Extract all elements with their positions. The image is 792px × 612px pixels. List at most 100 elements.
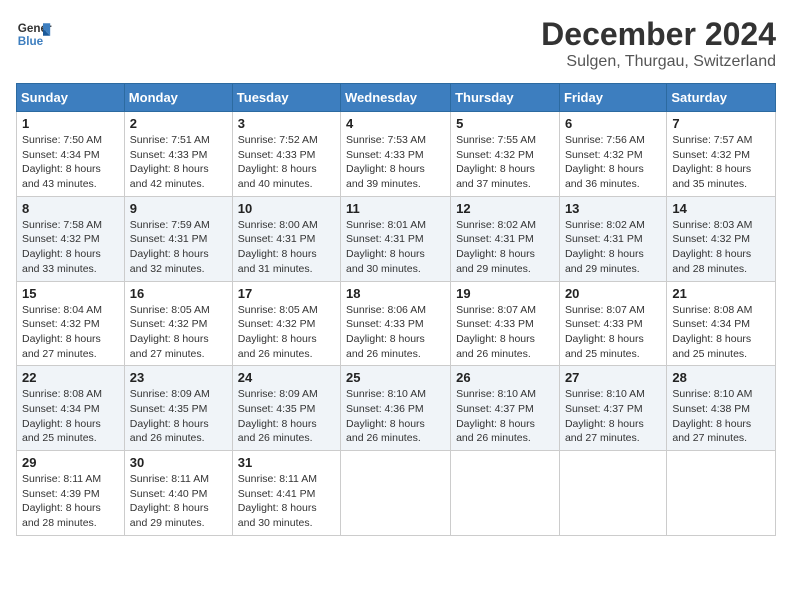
sunset-text: Sunset: 4:31 PM: [565, 233, 643, 245]
sunrise-text: Sunrise: 8:10 AM: [672, 388, 752, 400]
day-info: Sunrise: 8:10 AM Sunset: 4:37 PM Dayligh…: [565, 387, 661, 446]
calendar-day-cell: 19 Sunrise: 8:07 AM Sunset: 4:33 PM Dayl…: [451, 281, 560, 366]
calendar-week-row: 1 Sunrise: 7:50 AM Sunset: 4:34 PM Dayli…: [17, 112, 776, 197]
day-number: 13: [565, 201, 661, 216]
sunset-text: Sunset: 4:34 PM: [672, 318, 750, 330]
daylight-text: Daylight: 8 hours and 39 minutes.: [346, 163, 425, 190]
day-number: 29: [22, 455, 119, 470]
sunrise-text: Sunrise: 8:02 AM: [565, 219, 645, 231]
day-number: 15: [22, 286, 119, 301]
day-number: 12: [456, 201, 554, 216]
day-info: Sunrise: 7:57 AM Sunset: 4:32 PM Dayligh…: [672, 133, 770, 192]
sunrise-text: Sunrise: 8:11 AM: [130, 473, 209, 485]
daylight-text: Daylight: 8 hours and 26 minutes.: [346, 333, 425, 360]
sunset-text: Sunset: 4:35 PM: [238, 403, 316, 415]
sunrise-text: Sunrise: 7:57 AM: [672, 134, 752, 146]
day-info: Sunrise: 7:55 AM Sunset: 4:32 PM Dayligh…: [456, 133, 554, 192]
daylight-text: Daylight: 8 hours and 40 minutes.: [238, 163, 317, 190]
sunset-text: Sunset: 4:31 PM: [346, 233, 424, 245]
svg-text:Blue: Blue: [18, 35, 44, 48]
calendar-day-cell: 29 Sunrise: 8:11 AM Sunset: 4:39 PM Dayl…: [17, 451, 125, 536]
calendar-body: 1 Sunrise: 7:50 AM Sunset: 4:34 PM Dayli…: [17, 112, 776, 536]
daylight-text: Daylight: 8 hours and 25 minutes.: [22, 418, 101, 445]
logo-icon: General Blue: [16, 16, 52, 52]
calendar-week-row: 15 Sunrise: 8:04 AM Sunset: 4:32 PM Dayl…: [17, 281, 776, 366]
sunset-text: Sunset: 4:31 PM: [238, 233, 316, 245]
sunset-text: Sunset: 4:33 PM: [238, 149, 316, 161]
day-number: 10: [238, 201, 335, 216]
day-info: Sunrise: 7:51 AM Sunset: 4:33 PM Dayligh…: [130, 133, 227, 192]
day-number: 24: [238, 370, 335, 385]
daylight-text: Daylight: 8 hours and 26 minutes.: [130, 418, 209, 445]
day-info: Sunrise: 8:10 AM Sunset: 4:37 PM Dayligh…: [456, 387, 554, 446]
sunrise-text: Sunrise: 8:10 AM: [346, 388, 426, 400]
sunrise-text: Sunrise: 8:09 AM: [130, 388, 210, 400]
daylight-text: Daylight: 8 hours and 43 minutes.: [22, 163, 101, 190]
sunset-text: Sunset: 4:32 PM: [130, 318, 208, 330]
day-number: 27: [565, 370, 661, 385]
sunrise-text: Sunrise: 7:53 AM: [346, 134, 426, 146]
sunset-text: Sunset: 4:31 PM: [456, 233, 534, 245]
daylight-text: Daylight: 8 hours and 26 minutes.: [456, 418, 535, 445]
calendar-day-cell: 1 Sunrise: 7:50 AM Sunset: 4:34 PM Dayli…: [17, 112, 125, 197]
day-info: Sunrise: 8:01 AM Sunset: 4:31 PM Dayligh…: [346, 218, 445, 277]
sunrise-text: Sunrise: 7:50 AM: [22, 134, 102, 146]
daylight-text: Daylight: 8 hours and 29 minutes.: [565, 248, 644, 275]
day-number: 18: [346, 286, 445, 301]
day-info: Sunrise: 8:11 AM Sunset: 4:39 PM Dayligh…: [22, 472, 119, 531]
daylight-text: Daylight: 8 hours and 26 minutes.: [238, 333, 317, 360]
day-number: 16: [130, 286, 227, 301]
daylight-text: Daylight: 8 hours and 30 minutes.: [238, 502, 317, 529]
calendar-day-cell: 5 Sunrise: 7:55 AM Sunset: 4:32 PM Dayli…: [451, 112, 560, 197]
day-info: Sunrise: 7:53 AM Sunset: 4:33 PM Dayligh…: [346, 133, 445, 192]
day-number: 8: [22, 201, 119, 216]
day-number: 2: [130, 116, 227, 131]
daylight-text: Daylight: 8 hours and 26 minutes.: [456, 333, 535, 360]
day-info: Sunrise: 8:03 AM Sunset: 4:32 PM Dayligh…: [672, 218, 770, 277]
page-header: General Blue December 2024 Sulgen, Thurg…: [16, 16, 776, 71]
sunrise-text: Sunrise: 8:01 AM: [346, 219, 426, 231]
daylight-text: Daylight: 8 hours and 27 minutes.: [672, 418, 751, 445]
calendar-day-cell: 10 Sunrise: 8:00 AM Sunset: 4:31 PM Dayl…: [232, 196, 340, 281]
sunrise-text: Sunrise: 7:59 AM: [130, 219, 210, 231]
calendar-week-row: 8 Sunrise: 7:58 AM Sunset: 4:32 PM Dayli…: [17, 196, 776, 281]
day-info: Sunrise: 8:07 AM Sunset: 4:33 PM Dayligh…: [456, 303, 554, 362]
day-info: Sunrise: 8:00 AM Sunset: 4:31 PM Dayligh…: [238, 218, 335, 277]
sunrise-text: Sunrise: 8:10 AM: [456, 388, 536, 400]
daylight-text: Daylight: 8 hours and 27 minutes.: [130, 333, 209, 360]
day-info: Sunrise: 8:06 AM Sunset: 4:33 PM Dayligh…: [346, 303, 445, 362]
day-info: Sunrise: 8:08 AM Sunset: 4:34 PM Dayligh…: [22, 387, 119, 446]
sunset-text: Sunset: 4:39 PM: [22, 488, 100, 500]
sunrise-text: Sunrise: 8:08 AM: [672, 304, 752, 316]
sunrise-text: Sunrise: 8:07 AM: [456, 304, 536, 316]
sunrise-text: Sunrise: 8:04 AM: [22, 304, 102, 316]
day-info: Sunrise: 8:09 AM Sunset: 4:35 PM Dayligh…: [130, 387, 227, 446]
day-info: Sunrise: 8:05 AM Sunset: 4:32 PM Dayligh…: [238, 303, 335, 362]
logo: General Blue: [16, 16, 52, 52]
day-number: 19: [456, 286, 554, 301]
daylight-text: Daylight: 8 hours and 29 minutes.: [130, 502, 209, 529]
weekday-header-cell: Wednesday: [341, 84, 451, 112]
calendar-day-cell: 27 Sunrise: 8:10 AM Sunset: 4:37 PM Dayl…: [559, 366, 666, 451]
daylight-text: Daylight: 8 hours and 25 minutes.: [565, 333, 644, 360]
weekday-header-cell: Monday: [124, 84, 232, 112]
sunset-text: Sunset: 4:33 PM: [456, 318, 534, 330]
day-number: 1: [22, 116, 119, 131]
daylight-text: Daylight: 8 hours and 27 minutes.: [22, 333, 101, 360]
day-number: 28: [672, 370, 770, 385]
calendar-day-cell: 21 Sunrise: 8:08 AM Sunset: 4:34 PM Dayl…: [667, 281, 776, 366]
sunrise-text: Sunrise: 7:52 AM: [238, 134, 318, 146]
sunset-text: Sunset: 4:32 PM: [672, 149, 750, 161]
day-number: 7: [672, 116, 770, 131]
sunrise-text: Sunrise: 8:11 AM: [238, 473, 317, 485]
sunset-text: Sunset: 4:35 PM: [130, 403, 208, 415]
calendar-day-cell: 24 Sunrise: 8:09 AM Sunset: 4:35 PM Dayl…: [232, 366, 340, 451]
day-number: 14: [672, 201, 770, 216]
calendar-day-cell: 25 Sunrise: 8:10 AM Sunset: 4:36 PM Dayl…: [341, 366, 451, 451]
day-number: 22: [22, 370, 119, 385]
day-number: 21: [672, 286, 770, 301]
sunset-text: Sunset: 4:37 PM: [565, 403, 643, 415]
calendar-day-cell: 16 Sunrise: 8:05 AM Sunset: 4:32 PM Dayl…: [124, 281, 232, 366]
daylight-text: Daylight: 8 hours and 35 minutes.: [672, 163, 751, 190]
day-number: 25: [346, 370, 445, 385]
